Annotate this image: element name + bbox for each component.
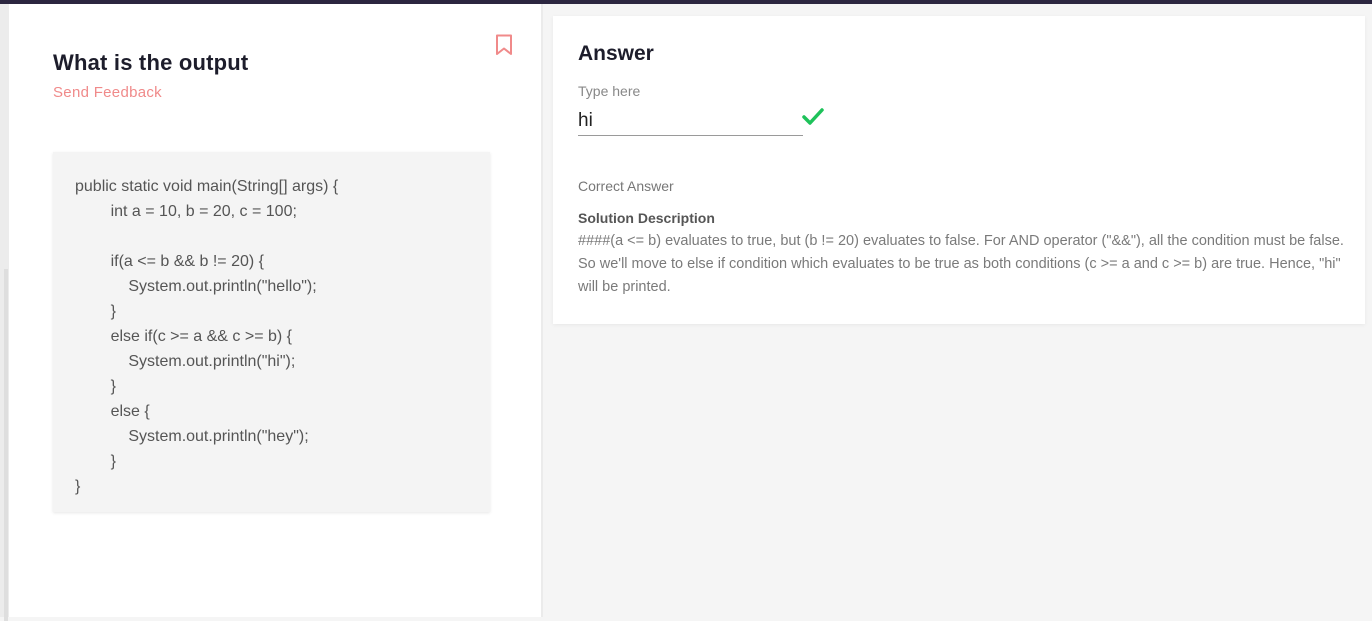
code-line: int a = 10, b = 20, c = 100; xyxy=(75,203,297,220)
code-line: } xyxy=(75,303,116,320)
code-line: else if(c >= a && c >= b) { xyxy=(75,328,292,345)
question-title: What is the output xyxy=(53,50,249,75)
code-line: System.out.println("hey"); xyxy=(75,428,309,445)
solution-title: Solution Description xyxy=(578,210,715,226)
code-line: } xyxy=(75,478,81,495)
code-line: } xyxy=(75,453,116,470)
left-edge-stripe xyxy=(4,269,8,621)
code-line: System.out.println("hello"); xyxy=(75,278,317,295)
answer-input-label: Type here xyxy=(578,83,641,99)
code-line: public static void main(String[] args) { xyxy=(75,178,339,195)
correct-answer-label: Correct Answer xyxy=(578,178,674,194)
code-line: if(a <= b && b != 20) { xyxy=(75,253,264,270)
bookmark-icon[interactable] xyxy=(495,34,513,56)
check-icon xyxy=(802,108,824,125)
answer-input[interactable] xyxy=(578,106,803,136)
code-line: else { xyxy=(75,403,150,420)
question-panel: What is the output Send Feedback public … xyxy=(9,4,541,617)
answer-card: Answer Type here Correct Answer Solution… xyxy=(553,16,1365,324)
code-text: public static void main(String[] args) {… xyxy=(75,174,338,499)
solution-description: ####(a <= b) evaluates to true, but (b !… xyxy=(578,233,1344,295)
code-line: } xyxy=(75,378,116,395)
answer-title: Answer xyxy=(578,42,654,65)
code-line: System.out.println("hi"); xyxy=(75,353,296,370)
left-edge xyxy=(0,4,9,621)
code-block: public static void main(String[] args) {… xyxy=(53,152,490,512)
send-feedback-link[interactable]: Send Feedback xyxy=(53,84,162,101)
